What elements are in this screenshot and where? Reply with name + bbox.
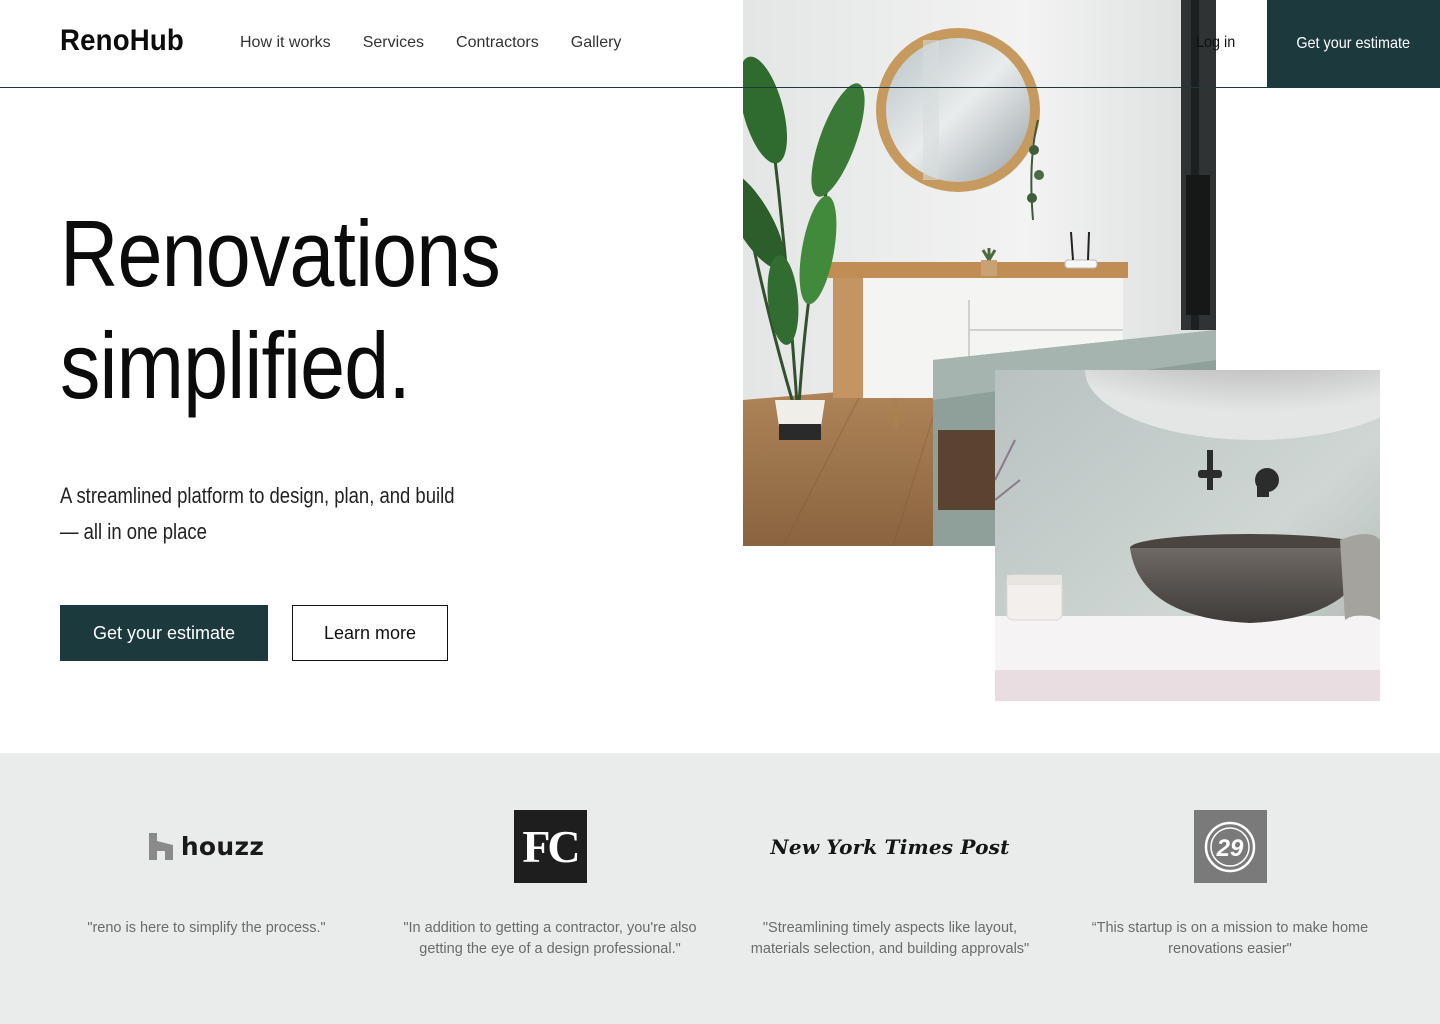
refinery29-number: 29 xyxy=(1216,835,1244,862)
bathroom-sink-photo xyxy=(995,370,1380,701)
hero-title: Renovations simplified. xyxy=(60,198,501,422)
press-section: houzz "reno is here to simplify the proc… xyxy=(0,753,1440,1024)
houzz-icon xyxy=(148,833,173,860)
press-quote: "Streamlining timely aspects like layout… xyxy=(750,920,1030,957)
header-estimate-button[interactable]: Get your estimate xyxy=(1267,0,1440,88)
new-york-times-post-logo: New York Times Post xyxy=(745,810,1035,883)
press-quote: “This startup is on a mission to make ho… xyxy=(1091,920,1369,957)
hero-subtitle: A streamlined platform to design, plan, … xyxy=(60,478,455,550)
learn-more-button[interactable]: Learn more xyxy=(292,605,448,661)
hero-subtitle-line-1: A streamlined platform to design, plan, … xyxy=(60,483,455,508)
press-item-nytp: New York Times Post "Streamlining timely… xyxy=(745,753,1035,1024)
refinery29-logo: 29 xyxy=(1080,810,1380,883)
get-estimate-button[interactable]: Get your estimate xyxy=(60,605,268,661)
hero-subtitle-line-2: — all in one place xyxy=(60,519,207,544)
hero-title-line-1: Renovations xyxy=(60,201,501,306)
hero-title-line-2: simplified. xyxy=(60,313,411,418)
fc-logo-box: FC xyxy=(513,810,587,883)
refinery29-icon: 29 xyxy=(1193,810,1267,883)
brand-logo[interactable]: RenoHub xyxy=(60,24,184,58)
nav-link-services[interactable]: Services xyxy=(363,34,424,52)
press-item-fc: FC "In addition to getting a contractor,… xyxy=(400,753,700,1024)
press-item-refinery29: 29 “This startup is on a mission to make… xyxy=(1080,753,1380,1024)
press-quote: "reno is here to simplify the process." xyxy=(87,920,326,936)
press-quote: "In addition to getting a contractor, yo… xyxy=(403,920,697,957)
login-link[interactable]: Log in xyxy=(1196,34,1235,52)
nav-link-gallery[interactable]: Gallery xyxy=(571,34,622,52)
fc-logo: FC xyxy=(400,810,700,883)
houzz-logo: houzz xyxy=(60,810,353,883)
nav-link-how-it-works[interactable]: How it works xyxy=(240,34,331,52)
header-estimate-label: Get your estimate xyxy=(1296,35,1411,52)
nytp-wordmark: New York Times Post xyxy=(770,834,1010,859)
press-item-houzz: houzz "reno is here to simplify the proc… xyxy=(60,753,353,1024)
main-nav: How it works Services Contractors Galler… xyxy=(240,34,653,52)
nav-link-contractors[interactable]: Contractors xyxy=(456,34,539,52)
houzz-wordmark: houzz xyxy=(180,832,265,861)
